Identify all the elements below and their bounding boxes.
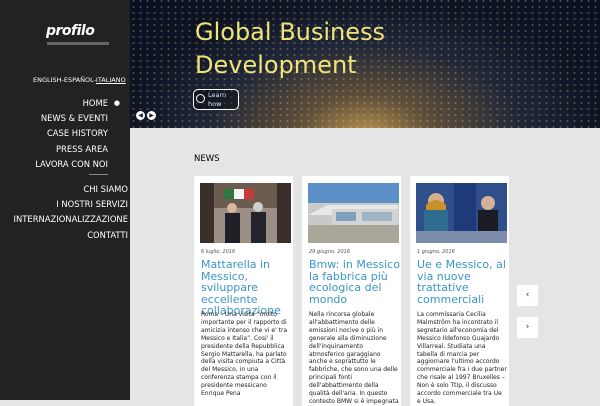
language-selector[interactable]: ENGLISH-ESPAÑOL-ITALIANO bbox=[33, 76, 126, 84]
news-date: 6 luglio, 2016 bbox=[201, 249, 236, 255]
logo[interactable]: profilo bbox=[46, 23, 112, 48]
logo-text: profilo bbox=[46, 23, 95, 39]
menu-item-case-history[interactable]: CASE HISTORY bbox=[35, 126, 108, 141]
menu-item-home[interactable]: HOME ● bbox=[35, 96, 120, 111]
menu-item-lavora-con-noi[interactable]: LAVORA CON NOI bbox=[35, 157, 108, 172]
news-prev-icon[interactable]: ‹ bbox=[517, 285, 538, 306]
menu-item-servizi[interactable]: I NOSTRI SERVIZI bbox=[14, 197, 128, 212]
news-excerpt: Nella rincorsa globale all'abbattimento … bbox=[309, 311, 399, 406]
language-active[interactable]: ITALIANO bbox=[96, 76, 126, 84]
news-card[interactable]: 6 luglio, 2016 Mattarella in Messico, sv… bbox=[194, 176, 293, 406]
news-date: 29 giugno, 2016 bbox=[309, 249, 350, 255]
hero-slider: Global Business Development Learn how ◀ … bbox=[130, 0, 600, 128]
main-menu: HOME ● NEWS & EVENTI CASE HISTORY PRESS A… bbox=[35, 96, 120, 172]
secondary-menu: CHI SIAMO I NOSTRI SERVIZI INTERNAZIONAL… bbox=[14, 182, 128, 243]
menu-divider bbox=[89, 174, 108, 175]
news-section-title: NEWS bbox=[194, 154, 220, 164]
slider-prev-icon[interactable]: ◀ bbox=[136, 111, 145, 120]
news-title[interactable]: Ue e Messico, al via nuove trattative co… bbox=[417, 259, 509, 305]
news-card[interactable]: 29 giugno, 2016 Bmw: in Messico la fabbr… bbox=[302, 176, 401, 406]
logo-tagline-bar bbox=[47, 42, 109, 45]
news-excerpt: Roma – Una visita “molto importante per … bbox=[201, 311, 288, 398]
slider-next-icon[interactable]: ▶ bbox=[147, 111, 156, 120]
menu-item-contatti[interactable]: CONTATTI bbox=[14, 228, 128, 243]
menu-item-internazionalizzazione[interactable]: INTERNAZIONALIZZAZIONE bbox=[14, 212, 128, 227]
menu-item-news-eventi[interactable]: NEWS & EVENTI bbox=[35, 111, 108, 126]
news-title[interactable]: Bmw: in Messico la fabbrica più ecologic… bbox=[309, 259, 401, 305]
news-card-image[interactable] bbox=[200, 183, 291, 243]
news-card[interactable]: 1 giugno, 2016 Ue e Messico, al via nuov… bbox=[410, 176, 509, 406]
news-excerpt: La commissaria Cecilia Malmström ha inco… bbox=[417, 311, 507, 405]
learn-how-label: Learn how bbox=[208, 91, 227, 108]
language-links[interactable]: ENGLISH-ESPAÑOL- bbox=[33, 76, 96, 84]
news-next-icon[interactable]: › bbox=[517, 317, 538, 338]
sidebar: profilo ENGLISH-ESPAÑOL-ITALIANO HOME ● N… bbox=[0, 0, 130, 400]
news-card-image[interactable] bbox=[416, 183, 507, 243]
menu-item-press-area[interactable]: PRESS AREA bbox=[35, 142, 108, 157]
active-bullet-icon: ● bbox=[113, 99, 120, 107]
news-card-image[interactable] bbox=[308, 183, 399, 243]
learn-how-button[interactable]: Learn how bbox=[193, 89, 239, 110]
play-circle-icon bbox=[196, 94, 205, 103]
hero-title: Global Business Development bbox=[195, 18, 386, 79]
news-title[interactable]: Mattarella in Messico, sviluppare eccell… bbox=[201, 259, 293, 317]
news-date: 1 giugno, 2016 bbox=[417, 249, 455, 255]
menu-item-chi-siamo[interactable]: CHI SIAMO bbox=[14, 182, 128, 197]
